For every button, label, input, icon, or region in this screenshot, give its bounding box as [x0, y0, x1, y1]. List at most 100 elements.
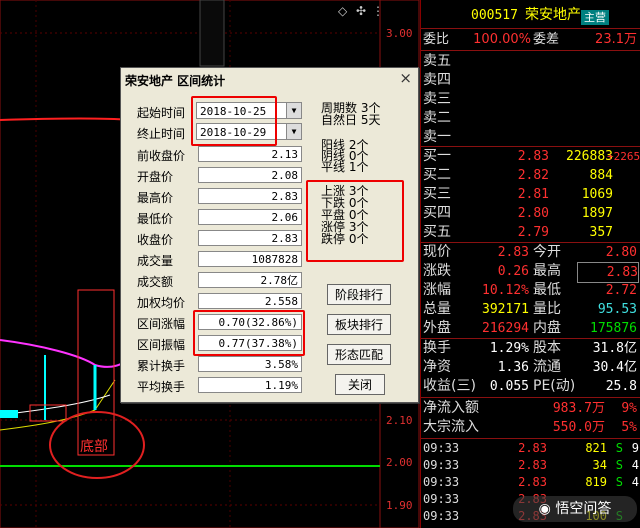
stat-label: 总量	[423, 301, 451, 317]
tick-row: 09:33 2.83 821 S 9	[421, 440, 640, 457]
money-flow-row: 大宗流入 550.0万 5%	[421, 418, 640, 437]
buy-price: 2.79	[517, 225, 549, 240]
stat-label: 股本	[533, 340, 561, 356]
close-button[interactable]: 关闭	[335, 374, 385, 395]
stat-value: 95.53	[597, 302, 637, 317]
field-label: 收盘价	[137, 233, 174, 247]
field-value: 1087828	[198, 251, 302, 267]
tick-price: 2.83	[518, 475, 547, 489]
field-label: 开盘价	[137, 170, 174, 184]
stat-label: 内盘	[533, 320, 561, 336]
tick-side: S	[615, 458, 623, 472]
field-label: 最低价	[137, 212, 174, 226]
stat-label: 今开	[533, 244, 561, 260]
buy-price: 2.80	[517, 206, 549, 221]
stat-value: 175876	[590, 321, 637, 336]
field-label: 区间振幅	[137, 338, 186, 352]
fundamental-row: 换手 1.29% 股本 31.8亿	[421, 339, 640, 358]
field-label: 区间涨幅	[137, 317, 186, 331]
diamond-icon[interactable]: ◇	[338, 4, 347, 18]
field-label: 累计换手	[137, 359, 186, 373]
stock-code: 000517	[471, 8, 518, 23]
stat-value: 31.8亿	[592, 341, 637, 356]
stat-value: 216294	[482, 321, 529, 336]
buy-level-row[interactable]: 买一 2.83 226883 +2265	[421, 147, 640, 166]
tick-side: S	[615, 475, 623, 489]
close-icon[interactable]: ×	[399, 69, 412, 87]
stat-label: 外盘	[423, 320, 451, 336]
sector-ranking-button[interactable]: 板块排行	[327, 314, 391, 335]
field-value: 2.78亿	[198, 272, 302, 288]
candle	[0, 410, 18, 418]
buy-level-row[interactable]: 买三 2.81 1069	[421, 185, 640, 204]
tick-count: 4	[631, 458, 639, 472]
buy-price: 2.82	[517, 168, 549, 183]
field-label: 平均换手	[137, 380, 186, 394]
sell-level-label: 卖二	[423, 110, 451, 126]
field-value: 3.58%	[198, 356, 302, 372]
stat-value: 2.83	[577, 262, 639, 283]
moves-highlight-box	[306, 180, 404, 262]
sell-level-row[interactable]: 卖二	[421, 109, 640, 128]
field-value: 1.19%	[198, 377, 302, 393]
flow-label: 净流入额	[423, 400, 479, 416]
sell-level-label: 卖一	[423, 129, 451, 145]
buy-level-label: 买五	[423, 224, 451, 240]
field-label: 成交额	[137, 275, 174, 289]
tick-volume: 819	[585, 475, 607, 489]
buy-volume: 226883	[566, 149, 613, 164]
pin-icon[interactable]: ✣	[356, 4, 366, 18]
end-time-label: 终止时间	[137, 127, 186, 141]
stat-label: 量比	[533, 301, 561, 317]
candle-count: 平线 1个	[321, 160, 369, 174]
flow-value: 550.0万	[552, 420, 605, 435]
date-highlight-box	[191, 96, 277, 146]
stat-value: 392171	[482, 302, 529, 317]
sell-level-row[interactable]: 卖三	[421, 90, 640, 109]
stock-name: 荣安地产	[525, 7, 581, 23]
chevron-down-icon[interactable]: ▼	[286, 103, 301, 118]
buy-level-row[interactable]: 买四 2.80 1897	[421, 204, 640, 223]
stat-value: 2.72	[605, 283, 637, 298]
bottom-annotation: 底部	[80, 439, 108, 455]
buy-volume: 884	[589, 168, 613, 183]
quote-stat-row: 现价 2.83 今开 2.80	[421, 243, 640, 262]
sell-level-row[interactable]: 卖四	[421, 71, 640, 90]
field-value: 2.13	[198, 146, 302, 162]
flow-percent: 9%	[621, 401, 637, 416]
pattern-match-button[interactable]: 形态匹配	[327, 344, 391, 365]
stat-value: 0.26	[497, 264, 529, 279]
stat-value: 30.4亿	[592, 360, 637, 375]
weibi-row: 委比 100.00% 委差 23.1万	[423, 32, 637, 47]
menu-icon[interactable]: ⋮	[372, 4, 384, 18]
fundamental-row: 收益(三) 0.055 PE(动) 25.8	[421, 377, 640, 396]
field-value: 2.83	[198, 230, 302, 246]
flow-label: 大宗流入	[423, 419, 479, 435]
stat-label: 涨跌	[423, 263, 451, 279]
tick-time: 09:33	[423, 492, 460, 506]
dialog-title: 荣安地产 区间统计	[125, 74, 226, 88]
tick-time: 09:33	[423, 475, 460, 489]
price-label: 3.00	[386, 27, 413, 40]
tick-volume: 821	[585, 441, 607, 455]
buy-level-label: 买四	[423, 205, 451, 221]
quote-panel: 000517 荣安地产 主营 委比 100.00% 委差 23.1万 卖五 卖四卖…	[420, 0, 640, 528]
candle-up	[29, 404, 67, 422]
field-value: 2.83	[198, 188, 302, 204]
flow-value: 983.7万	[552, 401, 605, 416]
price-label: 2.00	[386, 456, 413, 469]
tick-price: 2.83	[518, 441, 547, 455]
buy-level-label: 买二	[423, 167, 451, 183]
sell-level-row[interactable]: 卖五	[421, 52, 640, 71]
stat-value: 2.80	[605, 245, 637, 260]
start-time-label: 起始时间	[137, 106, 186, 120]
buy-level-row[interactable]: 买五 2.79 357	[421, 223, 640, 242]
buy-level-row[interactable]: 买二 2.82 884	[421, 166, 640, 185]
sell-level-row[interactable]: 卖一	[421, 128, 640, 147]
stage-ranking-button[interactable]: 阶段排行	[327, 284, 391, 305]
main-business-tag[interactable]: 主营	[581, 10, 609, 25]
chevron-down-icon[interactable]: ▼	[286, 124, 301, 139]
quote-stat-row: 外盘 216294 内盘 175876	[421, 319, 640, 338]
ma-line-magenta	[0, 339, 126, 368]
stat-label: 涨幅	[423, 282, 451, 298]
